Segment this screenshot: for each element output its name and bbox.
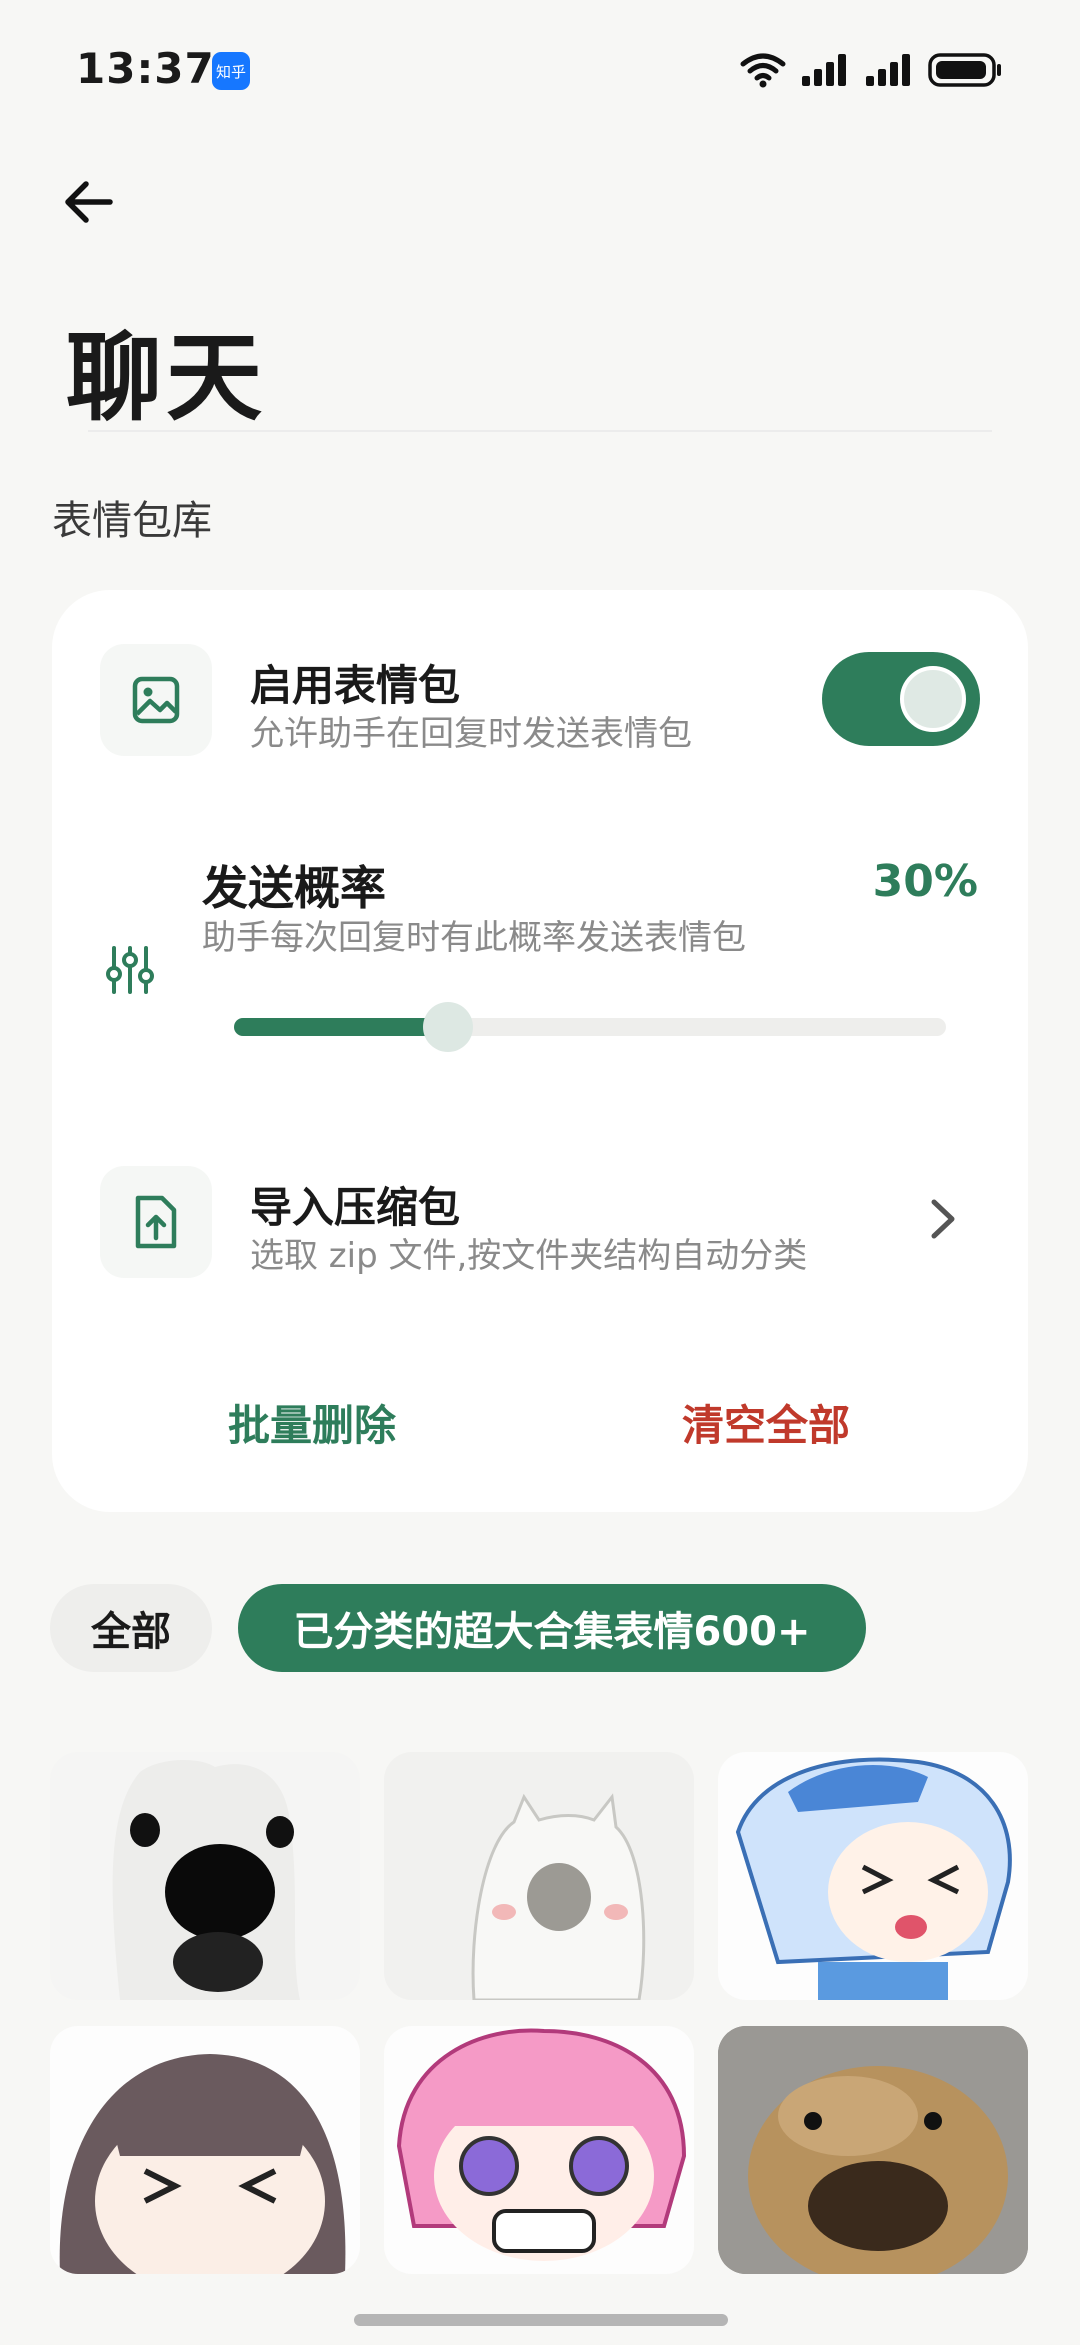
import-subtitle: 选取 zip 文件,按文件夹结构自动分类 — [250, 1236, 808, 1276]
sticker-anime-girl-pink[interactable] — [384, 2026, 694, 2274]
enable-stickers-toggle[interactable] — [822, 652, 980, 746]
filter-chip-collection[interactable]: 已分类的超大合集表情600+ — [238, 1584, 866, 1672]
rate-value: 30% — [872, 856, 978, 907]
signal-icon — [866, 54, 910, 86]
signal-icon — [802, 54, 846, 86]
chevron-right-icon — [931, 1199, 955, 1239]
section-label: 表情包库 — [52, 498, 212, 544]
toggle-knob — [900, 666, 966, 732]
rate-slider-track[interactable] — [234, 1018, 946, 1036]
sliders-icon — [106, 946, 154, 994]
rate-subtitle: 助手每次回复时有此概率发送表情包 — [202, 918, 746, 958]
status-time: 13:37 — [76, 44, 215, 93]
status-icons — [740, 48, 1004, 92]
enable-title: 启用表情包 — [250, 661, 461, 710]
rate-slider-thumb[interactable] — [422, 1002, 473, 1052]
back-arrow-icon — [65, 181, 113, 223]
import-title: 导入压缩包 — [250, 1183, 461, 1232]
title-divider — [88, 430, 992, 432]
upload-file-icon — [135, 1195, 177, 1249]
sticker-anime-girl-brown[interactable] — [50, 2026, 360, 2274]
sticker-dog[interactable] — [50, 1752, 360, 2000]
batch-delete-button[interactable]: 批量删除 — [228, 1392, 396, 1453]
sticker-anime-girl-blue[interactable] — [718, 1752, 1028, 2000]
rate-slider-fill — [234, 1018, 448, 1036]
rate-title: 发送概率 — [202, 861, 386, 915]
wifi-icon — [740, 53, 786, 88]
sticker-hamster[interactable] — [718, 2026, 1028, 2274]
sticker-cat-meme[interactable] — [384, 1752, 694, 2000]
clear-all-button[interactable]: 清空全部 — [682, 1392, 850, 1453]
enable-subtitle: 允许助手在回复时发送表情包 — [250, 714, 692, 754]
home-indicator[interactable] — [354, 2314, 728, 2326]
image-icon — [132, 676, 180, 724]
filter-chip-all[interactable]: 全部 — [50, 1584, 212, 1672]
zhihu-app-icon: 知乎 — [212, 52, 250, 90]
page-title: 聊天 — [66, 322, 266, 434]
import-row[interactable] — [928, 1196, 958, 1246]
enable-icon-box — [100, 644, 212, 756]
back-button[interactable] — [56, 170, 120, 234]
import-icon-box — [100, 1166, 212, 1278]
battery-icon — [928, 53, 1001, 87]
sliders-icon-wrap — [106, 944, 154, 1000]
